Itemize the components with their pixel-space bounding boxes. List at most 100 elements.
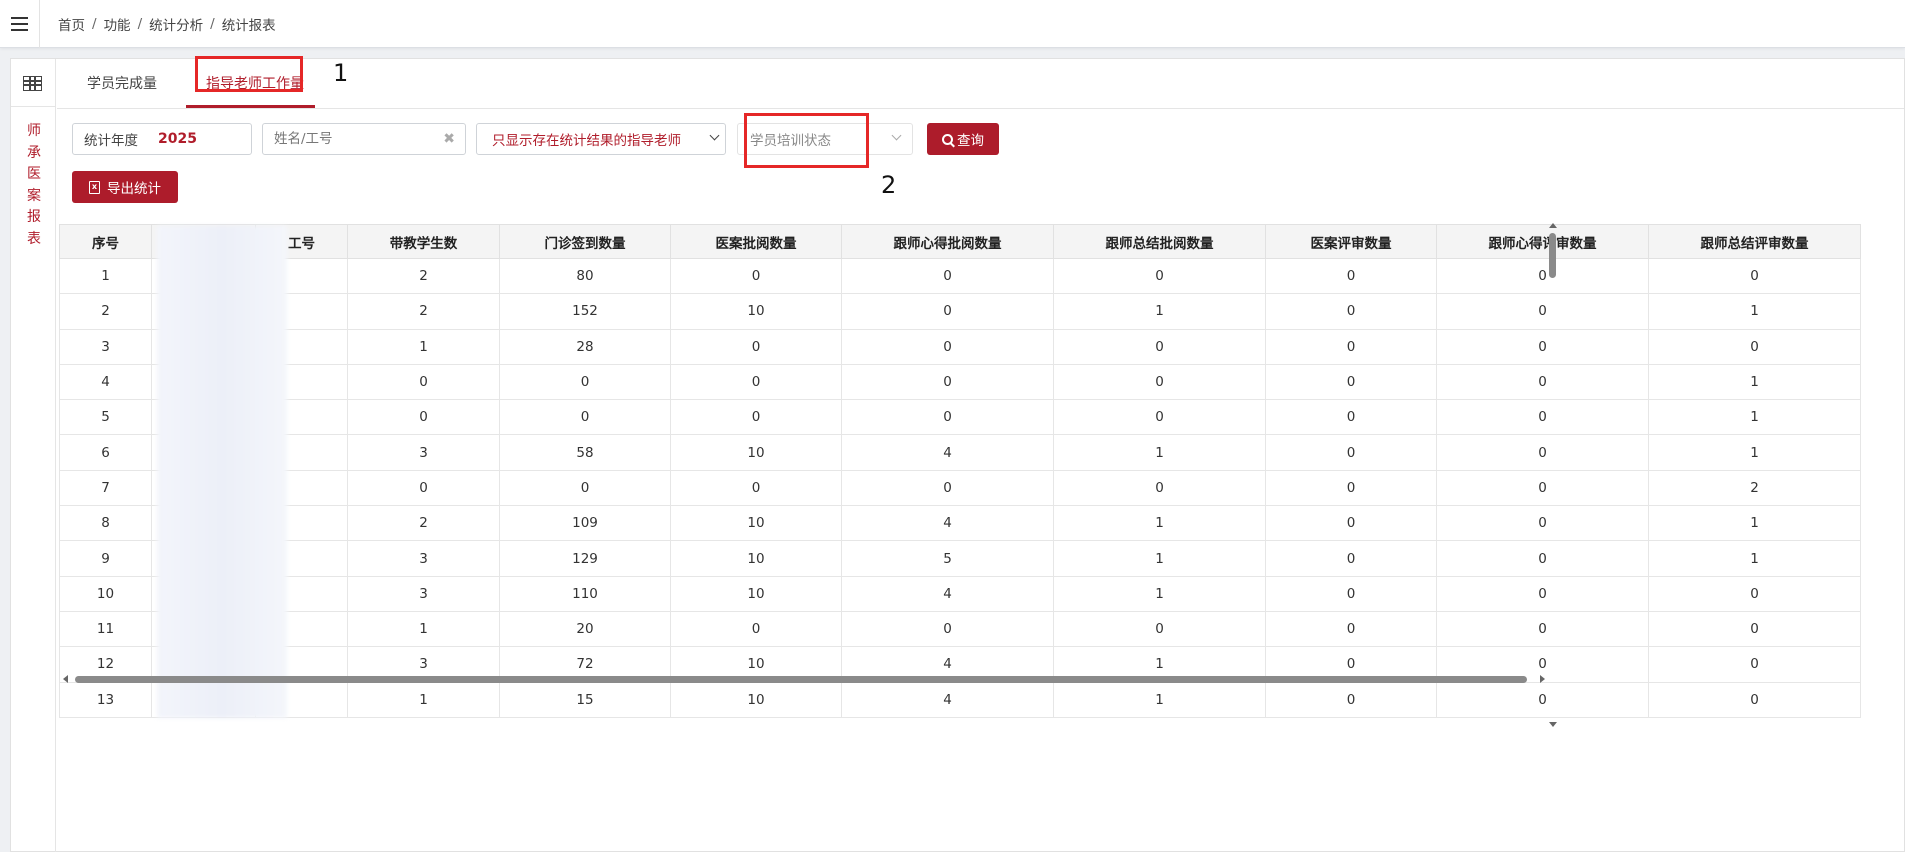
table-cell: 9	[59, 540, 152, 577]
table-cell: 0	[1436, 257, 1649, 295]
table-row[interactable]: 3 1 28 0 0 0 0 0 0	[59, 328, 1861, 365]
table-cell: 0	[841, 469, 1054, 507]
table-cell: 0	[1053, 363, 1266, 401]
horizontal-scrollbar[interactable]	[61, 673, 1547, 685]
table-cell: 0	[1053, 399, 1266, 436]
tab-student-completion[interactable]: 学员完成量	[87, 73, 157, 93]
table-cell: 152	[499, 293, 671, 330]
table-cell: 5	[841, 540, 1054, 577]
table-cell: 0	[670, 610, 842, 648]
table-cell: 0	[499, 399, 671, 436]
table-cell: 1	[1648, 505, 1861, 542]
table-cell: 0	[1265, 257, 1437, 295]
table-row[interactable]: 10 3 110 10 4 1 0 0 0	[59, 575, 1861, 612]
table-row[interactable]: 6 3 58 10 4 1 0 0 1	[59, 434, 1861, 471]
table-cell: 0	[1436, 434, 1649, 471]
breadcrumb: 首页 / 功能 / 统计分析 / 统计报表	[40, 14, 276, 34]
table-cell: 0	[1265, 293, 1437, 330]
left-rail: 师承医案报表	[11, 59, 56, 852]
table-cell: 0	[841, 328, 1054, 365]
table-row[interactable]: 400000001	[59, 363, 1861, 401]
table-cell: 0	[1436, 399, 1649, 436]
breadcrumb-home[interactable]: 首页	[58, 14, 85, 34]
table-cell: 3	[347, 540, 500, 577]
table-cell: 0	[670, 257, 842, 295]
breadcrumb-statistics[interactable]: 统计分析	[149, 14, 203, 34]
table-cell: 2	[347, 505, 500, 542]
name-search-field[interactable]: ✖	[262, 123, 466, 155]
table-cell: 3	[59, 328, 152, 365]
table-row[interactable]: 1 2 80 0 0 0 0 0 0	[59, 257, 1861, 295]
clear-icon[interactable]: ✖	[443, 131, 455, 147]
table-row[interactable]: 9 3 129 10 5 1 0 0 1	[59, 540, 1861, 577]
table-cell: 0	[1265, 399, 1437, 436]
table-cell: 0	[1436, 293, 1649, 330]
table-cell: 1	[1648, 293, 1861, 330]
table-cell: 2	[59, 293, 152, 330]
table-row[interactable]: 8 2 109 10 4 1 0 0 1	[59, 505, 1861, 542]
table-cell: 10	[670, 505, 842, 542]
table-cell: 28	[499, 328, 671, 365]
table-cell: 1	[1053, 434, 1266, 471]
table-cell: 80	[499, 257, 671, 295]
table-cell: 0	[499, 363, 671, 401]
side-report-label[interactable]: 师承医案报表	[25, 121, 43, 250]
table-cell: 1	[347, 610, 500, 648]
table-cell: 0	[1436, 540, 1649, 577]
vertical-scrollbar[interactable]	[1546, 223, 1560, 727]
table-cell: 0	[1265, 434, 1437, 471]
table-cell: 0	[1053, 469, 1266, 507]
table-row[interactable]: 2 2 152 10 0 1 0 0 1	[59, 293, 1861, 330]
vertical-scroll-thumb[interactable]	[1549, 233, 1556, 278]
table-row[interactable]: 700000002	[59, 469, 1861, 507]
table-cell: 4	[841, 681, 1054, 718]
annotation-label-1: 1	[333, 59, 349, 87]
table-cell: 4	[841, 434, 1054, 471]
table-cell: 10	[59, 575, 152, 612]
name-id-input[interactable]	[263, 131, 433, 147]
column-header: 医案批阅数量	[670, 224, 842, 259]
year-field[interactable]: 统计年度 2025	[72, 123, 252, 155]
breadcrumb-function[interactable]: 功能	[104, 14, 131, 34]
scroll-right-icon[interactable]	[1540, 675, 1545, 683]
column-header: 跟师心得批阅数量	[841, 224, 1054, 259]
table-cell: 0	[1648, 575, 1861, 612]
breadcrumb-current: 统计报表	[221, 17, 276, 34]
table-cell: 0	[1436, 328, 1649, 365]
table-cell: 0	[1436, 469, 1649, 507]
table-cell: 0	[1265, 469, 1437, 507]
table-cell: 0	[347, 399, 500, 436]
query-button[interactable]: 查询	[927, 123, 999, 155]
table-cell: 7	[59, 469, 152, 507]
menu-toggle-icon[interactable]	[0, 0, 40, 48]
table-cell: 1	[347, 681, 500, 718]
table-row[interactable]: 11 1 20 0 0 0 0 0 0	[59, 610, 1861, 648]
scroll-down-icon[interactable]	[1549, 722, 1557, 727]
rail-divider	[11, 106, 56, 107]
table-row[interactable]: 500000001	[59, 399, 1861, 436]
table-cell: 20	[499, 610, 671, 648]
table-cell: 0	[1265, 505, 1437, 542]
breadcrumb-separator: /	[210, 15, 215, 32]
table-cell: 8	[59, 505, 152, 542]
teacher-filter-select[interactable]: 只显示存在统计结果的指导老师	[476, 123, 726, 155]
column-header: 序号	[59, 224, 152, 259]
annotation-box-2	[744, 113, 869, 168]
table-cell: 0	[841, 257, 1054, 295]
table-cell: 110	[499, 575, 671, 612]
scroll-left-icon[interactable]	[63, 675, 68, 683]
table-cell: 10	[670, 540, 842, 577]
table-cell: 129	[499, 540, 671, 577]
chevron-down-icon	[709, 130, 720, 141]
horizontal-scroll-thumb[interactable]	[75, 676, 1527, 683]
annotation-label-2: 2	[881, 171, 897, 199]
table-cell: 3	[347, 575, 500, 612]
scroll-up-icon[interactable]	[1549, 223, 1557, 228]
table-row[interactable]: 13 1 15 10 4 1 0 0 0	[59, 681, 1861, 718]
annotation-box-1	[195, 56, 303, 92]
table-cell: 4	[59, 363, 152, 401]
table-cell: 58	[499, 434, 671, 471]
export-button[interactable]: x 导出统计	[72, 171, 178, 203]
table-icon[interactable]	[23, 76, 42, 91]
table-cell: 10	[670, 681, 842, 718]
